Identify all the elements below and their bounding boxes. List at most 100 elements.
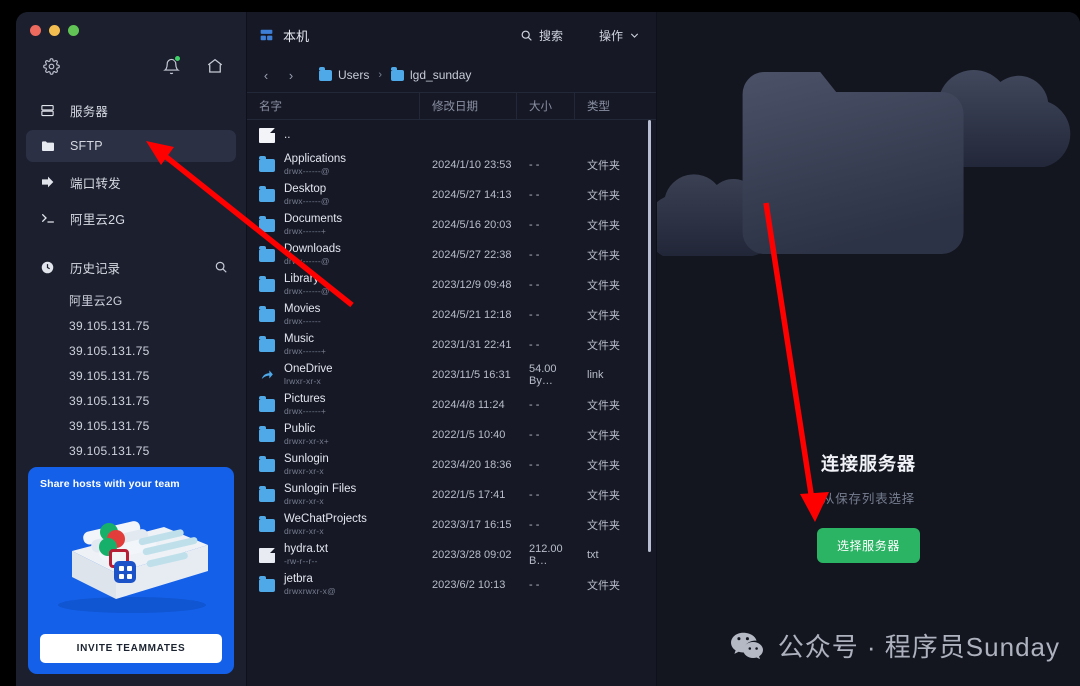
sidebar-nav: 服务器 SFTP 端口转发 阿里云2G bbox=[16, 94, 246, 238]
file-permissions: drwxr-xr-x bbox=[284, 466, 324, 476]
file-size-cell: - - bbox=[529, 189, 540, 201]
list-item[interactable]: 39.105.131.75 bbox=[16, 413, 246, 438]
breadcrumb-item-lgd-sunday[interactable]: lgd_sunday bbox=[391, 66, 472, 82]
sidebar-history-label: 历史记录 bbox=[70, 261, 121, 276]
breadcrumb: ‹ › Users › lgd_sunday bbox=[247, 58, 656, 92]
file-permissions: drwxr-xr-x bbox=[284, 496, 324, 506]
table-row[interactable]: Music drwx------+ 2023/1/31 22:41 - - 文件夹 bbox=[247, 330, 656, 360]
table-row[interactable]: Applications drwx------@ 2024/1/10 23:53 - … bbox=[247, 150, 656, 180]
machine-label-group[interactable]: 本机 bbox=[259, 26, 309, 45]
file-size-cell: - - bbox=[529, 579, 540, 591]
chevron-right-icon[interactable]: › bbox=[282, 68, 300, 83]
table-row[interactable]: Sunlogin drwxr-xr-x 2023/4/20 18:36 - - 文件夹 bbox=[247, 450, 656, 480]
file-name: OneDrive bbox=[284, 363, 333, 375]
file-table-header: 名字 修改日期 大小 类型 bbox=[247, 92, 656, 120]
minimize-window-button[interactable] bbox=[49, 25, 60, 36]
table-row[interactable]: Movies drwx------ 2024/5/21 12:18 - - 文件夹 bbox=[247, 300, 656, 330]
gear-icon[interactable] bbox=[38, 53, 64, 79]
search-button[interactable]: 搜索 bbox=[520, 27, 563, 44]
file-size-cell: - - bbox=[529, 309, 540, 321]
file-size-cell: - - bbox=[529, 519, 540, 531]
home-icon[interactable] bbox=[202, 53, 228, 79]
table-row[interactable]: Sunlogin Files drwxr-xr-x 2022/1/5 17:41 - … bbox=[247, 480, 656, 510]
notification-badge bbox=[174, 55, 181, 62]
file-name-cell: Desktop drwx------@ bbox=[247, 183, 420, 207]
sidebar-item-servers[interactable]: 服务器 bbox=[26, 94, 236, 126]
file-size-cell: - - bbox=[529, 459, 540, 471]
folder-icon bbox=[259, 335, 275, 352]
folder-icon bbox=[259, 395, 275, 412]
file-permissions: drwx------+ bbox=[284, 406, 327, 416]
file-name-cell: hydra.txt -rw-r--r-- bbox=[247, 543, 420, 567]
search-icon[interactable] bbox=[214, 260, 228, 274]
table-row[interactable]: Desktop drwx------@ 2024/5/27 14:13 - - 文件夹 bbox=[247, 180, 656, 210]
page-subtitle: 从保存列表选择 bbox=[821, 492, 916, 506]
sidebar-item-aliyun2g[interactable]: 阿里云2G bbox=[26, 202, 236, 234]
machine-label: 本机 bbox=[283, 28, 310, 44]
table-row[interactable]: Pictures drwx------+ 2024/4/8 11:24 - - 文件夹 bbox=[247, 390, 656, 420]
file-type-cell: 文件夹 bbox=[587, 220, 620, 232]
chevron-left-icon[interactable]: ‹ bbox=[257, 68, 275, 83]
sidebar-history-header[interactable]: 历史记录 bbox=[26, 250, 236, 284]
file-date-cell: 2023/12/9 09:48 bbox=[432, 279, 512, 291]
list-item[interactable]: 39.105.131.75 bbox=[16, 388, 246, 413]
file-date-cell: 2024/1/10 23:53 bbox=[432, 159, 512, 171]
connection-prompt: 连接服务器 从保存列表选择 选择服务器 bbox=[657, 450, 1080, 563]
list-item[interactable]: 39.105.131.75 bbox=[16, 338, 246, 363]
table-row[interactable]: jetbra drwxrwxr-x@ 2023/6/2 10:13 - - 文件夹 bbox=[247, 570, 656, 600]
folder-icon bbox=[259, 185, 275, 202]
file-name-cell: Sunlogin drwxr-xr-x bbox=[247, 453, 420, 477]
file-date-cell: 2023/6/2 10:13 bbox=[432, 579, 506, 591]
column-header-name[interactable]: 名字 bbox=[247, 93, 420, 119]
file-permissions: -rw-r--r-- bbox=[284, 556, 318, 566]
file-name: Desktop bbox=[284, 183, 327, 195]
actions-menu-button[interactable]: 操作 bbox=[599, 27, 640, 44]
table-row[interactable]: Library drwx------@ 2023/12/9 09:48 - - 文件夹 bbox=[247, 270, 656, 300]
column-header-size[interactable]: 大小 bbox=[517, 93, 575, 119]
file-permissions: drwx------ bbox=[284, 316, 321, 326]
file-name-cell: Library drwx------@ bbox=[247, 273, 420, 297]
table-row[interactable]: Downloads drwx------@ 2024/5/27 22:38 - - 文件… bbox=[247, 240, 656, 270]
table-row[interactable]: WeChatProjects drwxr-xr-x 2023/3/17 16:15 -… bbox=[247, 510, 656, 540]
maximize-window-button[interactable] bbox=[68, 25, 79, 36]
search-label: 搜索 bbox=[538, 28, 563, 43]
file-type-cell: 文件夹 bbox=[587, 460, 620, 472]
sidebar-item-port-forwarding[interactable]: 端口转发 bbox=[26, 166, 236, 198]
table-row[interactable]: Public drwxr-xr-x+ 2022/1/5 10:40 - - 文件夹 bbox=[247, 420, 656, 450]
file-permissions: drwx------+ bbox=[284, 346, 327, 356]
file-type-cell: 文件夹 bbox=[587, 400, 620, 412]
select-server-button[interactable]: 选择服务器 bbox=[816, 528, 920, 563]
grid-icon bbox=[259, 28, 274, 42]
file-name: Documents bbox=[284, 213, 343, 225]
port-forward-icon bbox=[39, 174, 56, 191]
breadcrumb-item-users[interactable]: Users bbox=[319, 66, 369, 82]
file-name-cell: OneDrive lrwxr-xr-x bbox=[247, 363, 420, 387]
folder-icon bbox=[259, 515, 275, 532]
column-header-date[interactable]: 修改日期 bbox=[420, 93, 517, 119]
column-header-type[interactable]: 类型 bbox=[575, 93, 656, 119]
breadcrumb-label: lgd_sunday bbox=[410, 68, 472, 82]
sidebar-item-label: 端口转发 bbox=[70, 176, 121, 191]
table-row[interactable]: OneDrive lrwxr-xr-x 2023/11/5 16:31 54.00 B… bbox=[247, 360, 656, 390]
close-window-button[interactable] bbox=[30, 25, 41, 36]
table-row[interactable]: hydra.txt -rw-r--r-- 2023/3/28 09:02 212.00… bbox=[247, 540, 656, 570]
sidebar-item-sftp[interactable]: SFTP bbox=[26, 130, 236, 162]
link-icon bbox=[259, 368, 275, 383]
file-type-cell: txt bbox=[587, 549, 599, 561]
list-item[interactable]: 39.105.131.75 bbox=[16, 438, 246, 463]
promo-title: Share hosts with your team bbox=[40, 478, 180, 490]
file-list-scrollbar[interactable] bbox=[648, 120, 651, 552]
server-icon bbox=[39, 102, 56, 119]
search-icon bbox=[520, 29, 533, 42]
list-item[interactable]: 阿里云2G bbox=[16, 288, 246, 313]
bell-icon[interactable] bbox=[158, 53, 184, 79]
table-row[interactable]: .. bbox=[247, 120, 656, 150]
page-title: 连接服务器 bbox=[821, 454, 916, 474]
file-name-cell: WeChatProjects drwxr-xr-x bbox=[247, 513, 420, 537]
invite-teammates-button[interactable]: INVITE TEAMMATES bbox=[40, 634, 222, 663]
list-item[interactable]: 39.105.131.75 bbox=[16, 363, 246, 388]
folder-icon bbox=[259, 275, 275, 292]
table-row[interactable]: Documents drwx------+ 2024/5/16 20:03 - - 文件… bbox=[247, 210, 656, 240]
file-type-cell: 文件夹 bbox=[587, 490, 620, 502]
list-item[interactable]: 39.105.131.75 bbox=[16, 313, 246, 338]
